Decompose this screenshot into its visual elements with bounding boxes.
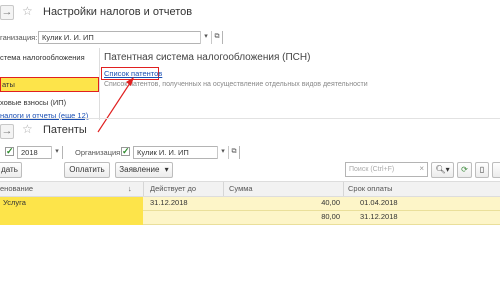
search-icon: 🔍︎▾ <box>435 165 450 174</box>
column-divider <box>223 182 224 196</box>
window-divider <box>0 118 500 119</box>
organization-label: Организация: <box>75 148 123 157</box>
column-header-sum[interactable]: Сумма <box>229 182 253 196</box>
column-header-valid-until[interactable]: Действует до <box>150 182 196 196</box>
column-header-name[interactable]: енование <box>0 182 33 196</box>
year-value: 2018 <box>21 148 38 157</box>
sort-down-icon[interactable]: ↓ <box>128 182 132 196</box>
search-placeholder: Поиск (Ctrl+F) <box>349 166 395 173</box>
create-label: дать <box>1 165 18 174</box>
more-button[interactable] <box>492 162 500 178</box>
pay-label: Оплатить <box>69 165 105 174</box>
year-field[interactable]: 2018 ▾ <box>17 146 63 159</box>
table-body-empty <box>0 225 500 300</box>
row-name: Услуга <box>3 198 26 207</box>
chevron-down-icon: ▾ <box>164 165 169 174</box>
organization-select[interactable]: Кулик И. И. ИП ▾ ⧉ <box>133 146 240 159</box>
organization-checkbox[interactable]: ✓ <box>121 147 130 156</box>
column-header-due[interactable]: Срок оплаты <box>348 182 393 196</box>
star-icon[interactable]: ☆ <box>22 122 33 136</box>
statement-label: Заявление <box>119 165 160 174</box>
organization-value: Кулик И. И. ИП <box>137 148 189 157</box>
row-due: 01.04.2018 <box>360 198 398 207</box>
document-icon: ▯ <box>479 165 485 174</box>
refresh-icon: ⟳ <box>461 165 468 174</box>
statement-button[interactable]: Заявление ▾ <box>115 162 173 178</box>
row-sum: 80,00 <box>321 212 340 221</box>
column-divider <box>343 182 344 196</box>
chevron-down-icon[interactable]: ▾ <box>217 146 228 159</box>
refresh-button[interactable]: ⟳ <box>457 162 472 178</box>
document-button[interactable]: ▯ <box>475 162 489 178</box>
row-due: 31.12.2018 <box>360 212 398 221</box>
column-divider <box>143 182 144 196</box>
row-sum: 40,00 <box>321 198 340 207</box>
search-button[interactable]: 🔍︎▾ <box>431 162 454 178</box>
forward-button[interactable]: → <box>0 124 14 139</box>
year-checkbox[interactable]: ✓ <box>5 147 14 156</box>
clear-icon[interactable]: × <box>419 164 424 173</box>
window-title: Патенты <box>43 124 87 136</box>
search-input[interactable]: Поиск (Ctrl+F) × <box>345 162 428 177</box>
chevron-down-icon[interactable]: ▾ <box>51 146 62 159</box>
create-button[interactable]: дать <box>0 162 22 178</box>
row-valid-until: 31.12.2018 <box>150 198 188 207</box>
pay-button[interactable]: Оплатить <box>64 162 110 178</box>
link-icon[interactable]: ⧉ <box>228 146 239 159</box>
